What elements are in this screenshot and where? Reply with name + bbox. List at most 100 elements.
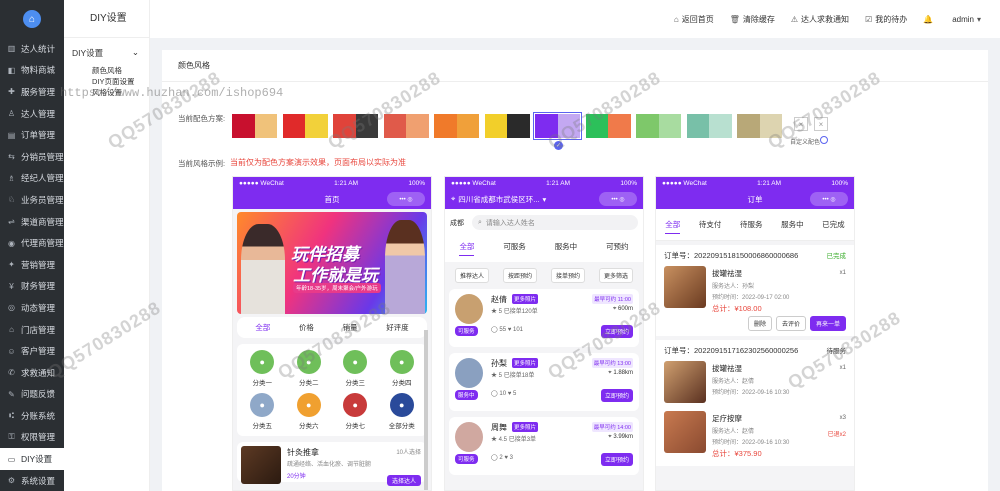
category-item[interactable]: ● 分类三 <box>332 350 379 387</box>
custom-color-picker[interactable]: × × <box>794 117 834 131</box>
sidebar-item-17[interactable]: ✎ 问题反馈 <box>0 384 64 406</box>
category-item[interactable]: ● 分类四 <box>379 350 426 387</box>
sidebar-item-9[interactable]: ⇌ 渠道商管理 <box>0 211 64 233</box>
status-bar: ●●●●● WeChat 1:21 AM 100% <box>656 177 854 189</box>
book-button[interactable]: 立即预约 <box>600 325 633 338</box>
category-item[interactable]: ● 分类六 <box>286 393 333 430</box>
sidebar-item-13[interactable]: ◎ 动态管理 <box>0 297 64 319</box>
tab-in-service[interactable]: 服务中 <box>555 241 578 256</box>
color-swatch-1[interactable] <box>232 114 277 138</box>
filter-more[interactable]: 更多筛选 <box>598 268 633 283</box>
order-card[interactable]: 订单号：2022091517162302560000256 待服务 拔罐祛湿 服务达人… <box>656 340 854 466</box>
color-swatch-5[interactable] <box>434 114 479 138</box>
category-item[interactable]: ● 全部分类 <box>379 393 426 430</box>
user-menu[interactable]: admin ▾ <box>952 15 984 24</box>
sos-label: 达人求救通知 <box>801 14 850 24</box>
category-label: 分类四 <box>392 380 412 387</box>
clear-cache-link[interactable]: 🗑 清除缓存 <box>730 14 775 25</box>
home-link[interactable]: ⌂ 返回首页 <box>674 14 714 25</box>
filter-recommended[interactable]: 推荐达人 <box>454 268 489 283</box>
custom-color-radio[interactable] <box>820 136 828 144</box>
sidebar-item-16[interactable]: ✆ 求救通知 <box>0 362 64 384</box>
sidebar-item-3[interactable]: ✚ 服务管理 <box>0 81 64 103</box>
location-bar[interactable]: ⌖ 四川省成都市武侯区环... ▾ ••• ◎ <box>445 189 643 209</box>
filter-distance[interactable]: 按距预约 <box>502 268 537 283</box>
custom-color-1[interactable]: × <box>794 117 808 131</box>
color-swatch-3[interactable] <box>333 114 378 138</box>
talent-card[interactable]: 服务中 孙梨 更多照片 最早可约 13:00 立即预约 ★ 5 已接单18单 ⌖ 1.88k… <box>449 353 639 411</box>
message-icon: ● <box>389 350 414 374</box>
submenu-group[interactable]: DIY设置 ⌄ <box>64 38 149 65</box>
talent-card[interactable]: 可服务 赵倩 更多照片 最早可约 11:00 立即预约 ★ 5 已接单120单 ⌖ 600m… <box>449 289 639 347</box>
service-icon: ✚ <box>8 87 15 97</box>
book-button[interactable]: 立即预约 <box>600 453 633 466</box>
sidebar-item-2[interactable]: ◧ 物料商城 <box>0 60 64 82</box>
tab-bookable[interactable]: 可预约 <box>606 241 629 256</box>
color-swatch-8[interactable] <box>585 114 631 138</box>
sidebar-item-8[interactable]: ♘ 业务员管理 <box>0 189 64 211</box>
color-swatch-7[interactable]: ✓ <box>533 112 582 150</box>
bell-icon: 🔔 <box>923 14 934 24</box>
sidebar-item-4[interactable]: ♙ 达人管理 <box>0 103 64 125</box>
main-panel: 颜色风格 当前配色方案: ✓ × × 自定义配色 当前风格示例: 当前仅为配色方… <box>162 50 988 491</box>
search-input[interactable]: ⌕ 请输入达人姓名 <box>472 215 638 230</box>
order-card[interactable]: 订单号：2022091518150006860000686 已完成 拔罐祛湿 服务达人… <box>656 245 854 336</box>
item-qty: x3 <box>839 415 846 421</box>
custom-color-2[interactable]: × <box>814 117 828 131</box>
tab-in-service[interactable]: 服务中 <box>781 219 804 234</box>
sidebar-item-19[interactable]: ⚿ 权限管理 <box>0 427 64 449</box>
tab-all[interactable]: 全部 <box>459 241 475 256</box>
sidebar-item-5[interactable]: ▤ 订单管理 <box>0 124 64 146</box>
sidebar-item-18[interactable]: ⑆ 分账系统 <box>0 405 64 427</box>
category-item[interactable]: ● 分类七 <box>332 393 379 430</box>
sos-link[interactable]: ⚠ 达人求救通知 <box>791 14 849 25</box>
filter-orders[interactable]: 接单预约 <box>550 268 585 283</box>
capsule-icon[interactable]: ••• ◎ <box>387 192 425 206</box>
category-item[interactable]: ● 分类二 <box>286 350 333 387</box>
sidebar-item-21[interactable]: ⚙ 系统设置 <box>0 470 64 491</box>
category-item[interactable]: ● 分类五 <box>239 393 286 430</box>
scrollbar[interactable] <box>424 330 428 490</box>
notification-bell[interactable]: 🔔 <box>923 15 936 24</box>
capsule-icon[interactable]: ••• ◎ <box>810 192 848 206</box>
color-swatch-11[interactable] <box>737 114 782 138</box>
tab-all[interactable]: 全部 <box>665 219 681 234</box>
todo-link[interactable]: ☑ 我的待办 <box>865 14 907 25</box>
tab-unpaid[interactable]: 待支付 <box>699 219 722 234</box>
color-swatch-4[interactable] <box>383 114 429 138</box>
sidebar-item-11[interactable]: ✦ 营销管理 <box>0 254 64 276</box>
sidebar-item-20[interactable]: ▭ DIY设置 <box>0 448 64 470</box>
color-swatch-10[interactable] <box>686 114 732 138</box>
logo[interactable]: ⌂ <box>0 0 64 38</box>
sidebar-item-15[interactable]: ☺ 客户管理 <box>0 340 64 362</box>
tab-all[interactable]: 全部 <box>255 322 270 333</box>
service-card[interactable]: 针灸推拿 疏通经络、活血化瘀、调节脏腑 10人选择 20分钟 选择达人 <box>237 442 427 486</box>
submenu-item-color-style[interactable]: 颜色风格 <box>64 65 149 76</box>
talent-card[interactable]: 可服务 周舞 更多照片 最早可约 14:00 立即预约 ★ 4.5 已接单3单 ⌖ 3.99… <box>449 417 639 475</box>
tab-price[interactable]: 价格 <box>299 322 314 333</box>
order-action-button[interactable]: 再来一单 <box>809 316 846 331</box>
tab-available[interactable]: 可服务 <box>503 241 526 256</box>
sidebar-item-6[interactable]: ⇆ 分销员管理 <box>0 146 64 168</box>
tab-rating[interactable]: 好评度 <box>386 322 409 333</box>
capsule-icon[interactable]: ••• ◎ <box>599 192 637 206</box>
category-item[interactable]: ● 分类一 <box>239 350 286 387</box>
book-button[interactable]: 立即预约 <box>600 389 633 402</box>
tab-pending-service[interactable]: 待服务 <box>740 219 763 234</box>
tab-sales[interactable]: 销量 <box>343 322 358 333</box>
sidebar-item-14[interactable]: ⌂ 门店管理 <box>0 319 64 341</box>
sidebar-item-10[interactable]: ◉ 代理商管理 <box>0 232 64 254</box>
order-action-button[interactable]: 删除 <box>747 316 772 331</box>
tab-completed[interactable]: 已完成 <box>822 219 845 234</box>
location-text: 四川省成都市武侯区环... <box>458 194 540 204</box>
sidebar-item-7[interactable]: ♗ 经纪人管理 <box>0 168 64 190</box>
color-swatch-6[interactable] <box>484 114 530 138</box>
sidebar-item-12[interactable]: ¥ 财务管理 <box>0 276 64 298</box>
color-swatch-9[interactable] <box>636 114 681 138</box>
color-swatch-2[interactable] <box>282 114 328 138</box>
banner[interactable]: 玩伴招募 工作就是玩 年龄18-35岁，周末聚会/户外游玩 <box>237 212 427 314</box>
city-select[interactable]: 成都 <box>450 218 464 228</box>
sidebar-item-1[interactable]: ▥ 达人统计 <box>0 38 64 60</box>
order-action-button[interactable]: 去评价 <box>775 316 806 331</box>
choose-talent-button[interactable]: 选择达人 <box>386 475 421 486</box>
